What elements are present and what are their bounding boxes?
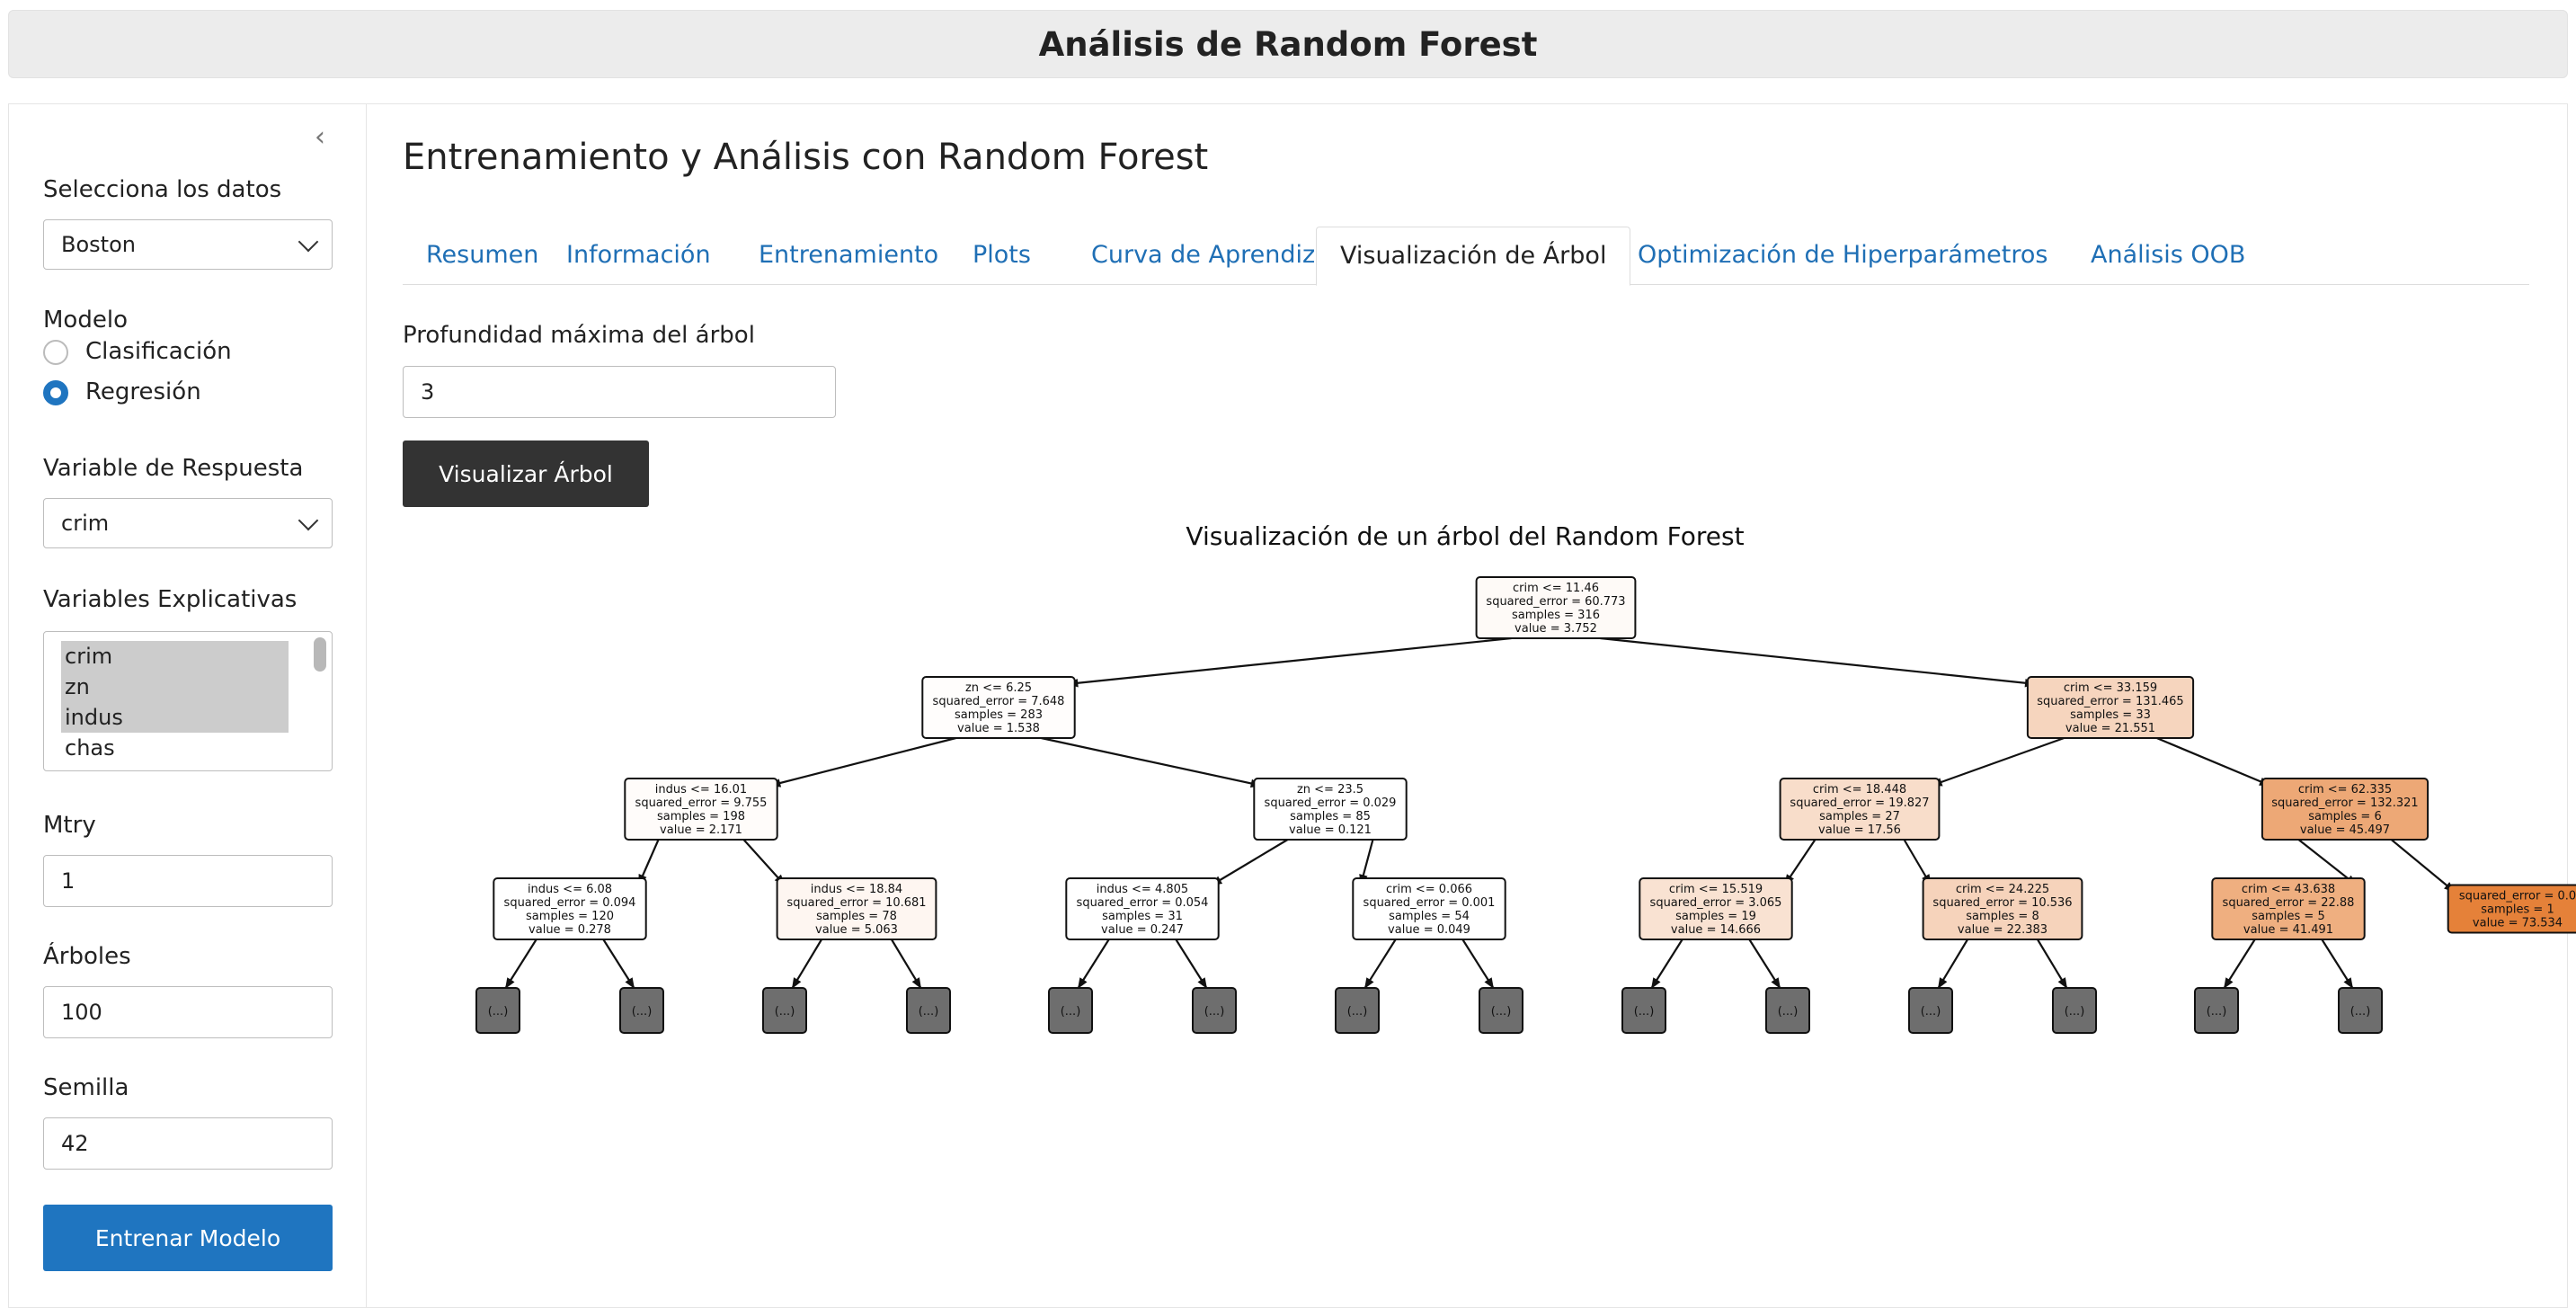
tree-node-text: samples = 283 xyxy=(955,708,1043,722)
truncated-node-label: (...) xyxy=(2065,1005,2085,1019)
tree-node-text: squared_error = 0.001 xyxy=(1364,896,1496,910)
tree-node-text: squared_error = 0.0 xyxy=(2459,890,2576,903)
tree-node: crim <= 11.46squared_error = 60.773sampl… xyxy=(1475,576,1637,639)
tree-node-text: value = 14.666 xyxy=(1671,923,1761,937)
tree-node-text: value = 2.171 xyxy=(660,823,742,837)
tree-edge xyxy=(1931,736,2065,787)
tree-edge xyxy=(1600,636,2037,686)
tree-node: crim <= 15.519squared_error = 3.065sampl… xyxy=(1639,877,1793,940)
tree-node-text: value = 3.752 xyxy=(1515,622,1597,636)
tree-node: crim <= 18.448squared_error = 19.827samp… xyxy=(1779,778,1941,841)
tree-node-text: samples = 78 xyxy=(816,910,897,923)
truncated-node-label: (...) xyxy=(2350,1005,2371,1019)
tree-node-text: squared_error = 22.88 xyxy=(2223,896,2355,910)
tree-plot: Visualización de un árbol del Random For… xyxy=(475,521,2576,1034)
tree-edge xyxy=(1067,636,1512,686)
tree-node-text: indus <= 4.805 xyxy=(1097,883,1188,896)
tree-edge xyxy=(2390,839,2456,894)
tree-node-text: samples = 54 xyxy=(1389,910,1470,923)
tree-node-text: value = 21.551 xyxy=(2065,722,2155,735)
tree-node-text: squared_error = 131.465 xyxy=(2037,695,2183,708)
tree-node-text: squared_error = 10.536 xyxy=(1932,896,2072,910)
tree-node-text: squared_error = 0.094 xyxy=(504,896,636,910)
tree-node-text: samples = 27 xyxy=(1819,810,1900,823)
truncated-node-label: (...) xyxy=(632,1005,653,1019)
tree-edge xyxy=(2156,736,2271,787)
tree-node-text: crim <= 15.519 xyxy=(1669,883,1763,896)
tree-node: indus <= 6.08squared_error = 0.094sample… xyxy=(493,877,647,940)
truncated-node-label: (...) xyxy=(1778,1005,1799,1019)
tree-node: crim <= 33.159squared_error = 131.465sam… xyxy=(2026,676,2195,739)
truncated-node-label: (...) xyxy=(919,1005,939,1019)
truncated-node-label: (...) xyxy=(1921,1005,1941,1019)
tree-node-text: samples = 85 xyxy=(1290,810,1371,823)
tree-node-text: samples = 8 xyxy=(1966,910,2039,923)
tree-node-text: samples = 316 xyxy=(1512,609,1600,622)
tree-node-text: squared_error = 9.755 xyxy=(635,796,768,810)
tree-node-text: squared_error = 0.029 xyxy=(1265,796,1397,810)
tree-node-text: value = 0.278 xyxy=(529,923,611,937)
tree-node-text: crim <= 11.46 xyxy=(1513,582,1599,595)
truncated-node-label: (...) xyxy=(1634,1005,1655,1019)
tree-node-text: value = 5.063 xyxy=(815,923,898,937)
tree-node-text: squared_error = 19.827 xyxy=(1790,796,1929,810)
tree-node-text: crim <= 33.159 xyxy=(2064,681,2157,695)
tree-node: indus <= 18.84squared_error = 10.681samp… xyxy=(776,877,937,940)
tree-node-text: squared_error = 10.681 xyxy=(786,896,926,910)
truncated-node-label: (...) xyxy=(1204,1005,1225,1019)
tree-node: crim <= 0.066squared_error = 0.001sample… xyxy=(1352,877,1506,940)
truncated-node-label: (...) xyxy=(488,1005,509,1019)
tree-node-text: squared_error = 60.773 xyxy=(1486,595,1625,609)
tree-node-text: squared_error = 7.648 xyxy=(933,695,1065,708)
tree-node-text: value = 0.121 xyxy=(1289,823,1372,837)
tree-edge xyxy=(1210,839,1289,886)
tree-node: squared_error = 0.0samples = 1value = 73… xyxy=(2447,884,2576,934)
tree-node-text: value = 0.247 xyxy=(1101,923,1184,937)
tree-node-text: indus <= 18.84 xyxy=(811,883,902,896)
tree-node-text: value = 73.534 xyxy=(2473,917,2563,930)
truncated-node-label: (...) xyxy=(2207,1005,2227,1019)
tree-node: crim <= 62.335squared_error = 132.321sam… xyxy=(2261,778,2429,841)
tree-node: indus <= 16.01squared_error = 9.755sampl… xyxy=(624,778,778,841)
tree-node-text: squared_error = 3.065 xyxy=(1650,896,1782,910)
tree-edge xyxy=(768,736,956,787)
tree-node-text: samples = 198 xyxy=(657,810,745,823)
tree-node-text: crim <= 62.335 xyxy=(2298,783,2392,796)
tree-node-text: samples = 120 xyxy=(526,910,614,923)
tree-node-text: value = 17.56 xyxy=(1818,823,1901,837)
tree-node-text: samples = 5 xyxy=(2252,910,2324,923)
tree-node: crim <= 43.638squared_error = 22.88sampl… xyxy=(2211,877,2366,940)
tree-node-text: crim <= 24.225 xyxy=(1956,883,2049,896)
truncated-node-label: (...) xyxy=(1491,1005,1512,1019)
tree-node-text: value = 0.049 xyxy=(1388,923,1470,937)
tree-node-text: samples = 19 xyxy=(1675,910,1756,923)
tree-node-text: value = 1.538 xyxy=(957,722,1040,735)
tree-node-text: samples = 1 xyxy=(2481,903,2554,917)
tree-node-text: indus <= 16.01 xyxy=(655,783,747,796)
tree-node-text: crim <= 18.448 xyxy=(1813,783,1906,796)
truncated-node-label: (...) xyxy=(1347,1005,1368,1019)
tree-node: zn <= 23.5squared_error = 0.029samples =… xyxy=(1253,778,1408,841)
tree-node-text: squared_error = 132.321 xyxy=(2271,796,2418,810)
tree-node: indus <= 4.805squared_error = 0.054sampl… xyxy=(1065,877,1220,940)
tree-node-text: crim <= 43.638 xyxy=(2242,883,2335,896)
tree-node-text: indus <= 6.08 xyxy=(528,883,612,896)
tree-node-text: value = 45.497 xyxy=(2300,823,2390,837)
truncated-node-label: (...) xyxy=(775,1005,795,1019)
tree-edge xyxy=(1041,736,1263,787)
tree-node-text: zn <= 23.5 xyxy=(1297,783,1364,796)
tree-node-text: squared_error = 0.054 xyxy=(1077,896,1209,910)
tree-node-text: value = 22.383 xyxy=(1958,923,2047,937)
tree-node-text: crim <= 0.066 xyxy=(1386,883,1472,896)
truncated-node-label: (...) xyxy=(1061,1005,1081,1019)
tree-node: crim <= 24.225squared_error = 10.536samp… xyxy=(1922,877,2083,940)
tree-node-text: zn <= 6.25 xyxy=(965,681,1032,695)
tree-title: Visualización de un árbol del Random For… xyxy=(1186,521,1744,551)
tree-node-text: value = 41.491 xyxy=(2243,923,2333,937)
tree-node-text: samples = 33 xyxy=(2070,708,2151,722)
tree-node: zn <= 6.25squared_error = 7.648samples =… xyxy=(921,676,1076,739)
tree-node-text: samples = 31 xyxy=(1102,910,1183,923)
tree-node-text: samples = 6 xyxy=(2308,810,2381,823)
